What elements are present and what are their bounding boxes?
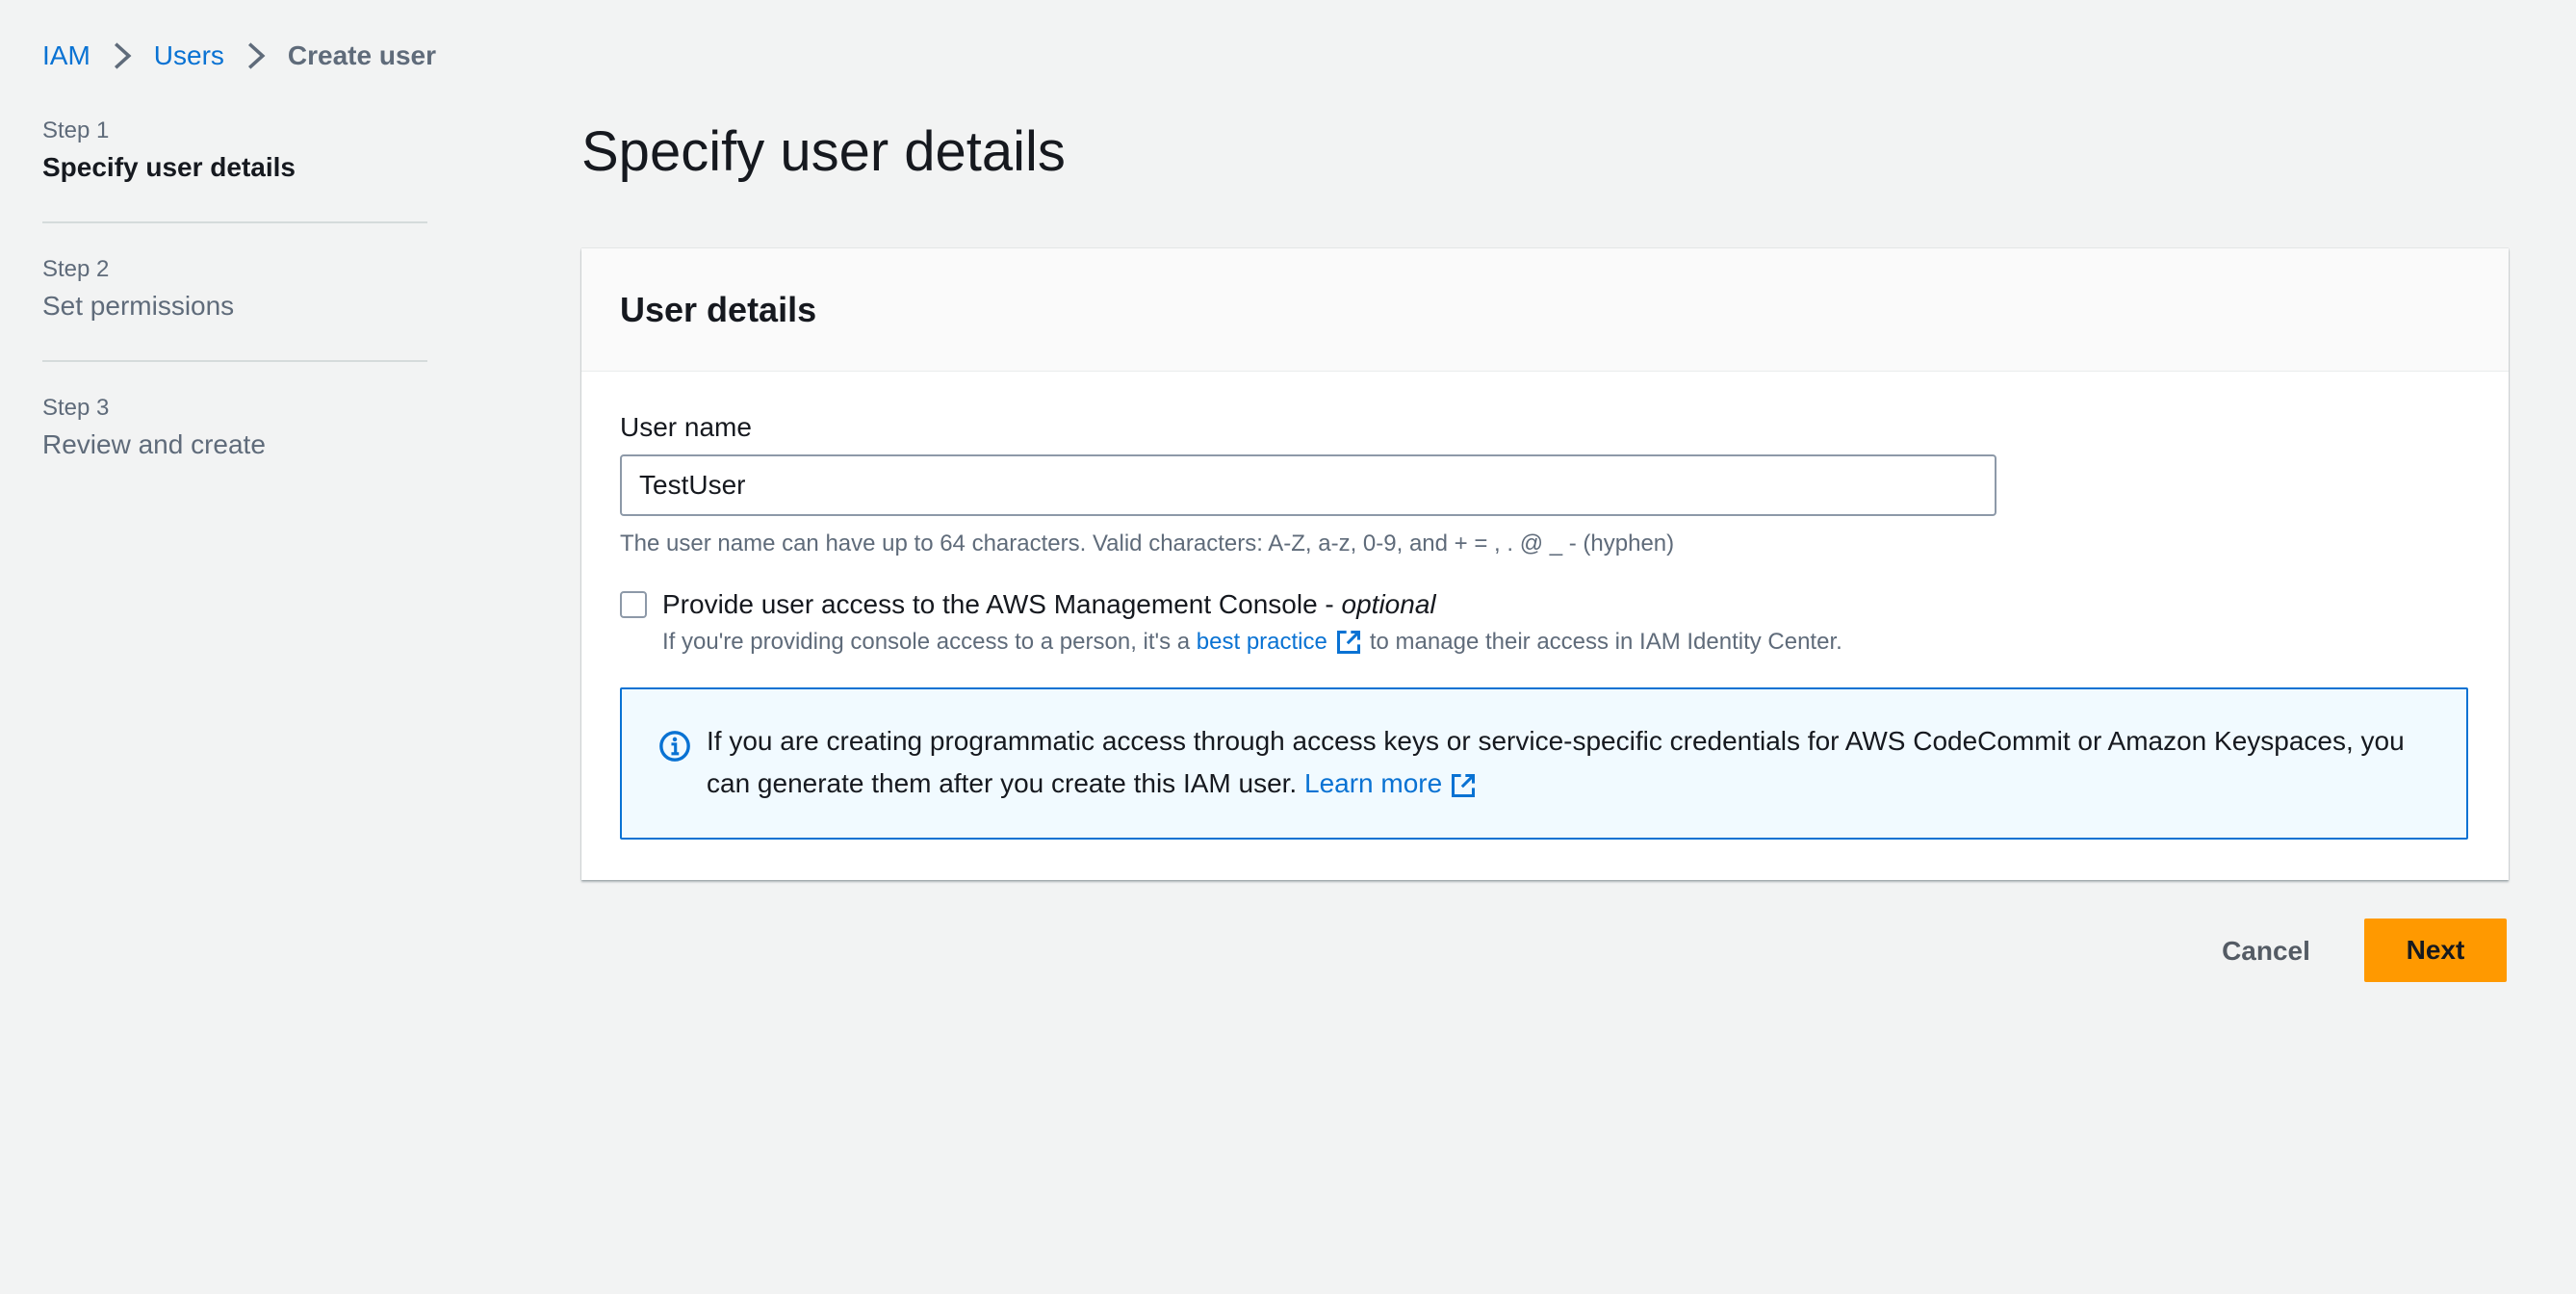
desc-prefix: If you're providing console access to a … — [662, 629, 1191, 655]
chevron-right-icon — [245, 37, 267, 75]
best-practice-link[interactable]: best practice — [1197, 626, 1327, 659]
user-name-input[interactable] — [620, 454, 1996, 516]
console-access-checkbox[interactable] — [620, 591, 647, 618]
step-number: Step 3 — [42, 395, 110, 421]
breadcrumb-current: Create user — [287, 40, 436, 70]
step-number: Step 2 — [42, 256, 110, 282]
console-access-description: If you're providing console access to a … — [662, 626, 1842, 659]
console-access-label[interactable]: Provide user access to the AWS Managemen… — [662, 585, 1436, 624]
user-name-label: User name — [620, 412, 752, 442]
console-access-label-text: Provide user access to the AWS Managemen… — [662, 589, 1342, 619]
step-number: Step 1 — [42, 117, 110, 143]
container-title: User details — [620, 289, 817, 329]
step-3: Step 3 Review and create — [42, 360, 427, 499]
learn-more-link[interactable]: Learn more — [1304, 768, 1484, 798]
info-alert: If you are creating programmatic access … — [620, 687, 2468, 840]
step-title: Specify user details — [42, 152, 296, 182]
learn-more-text: Learn more — [1304, 768, 1443, 798]
external-link-icon[interactable] — [1335, 629, 1362, 656]
optional-text: optional — [1341, 589, 1436, 619]
step-title[interactable]: Set permissions — [42, 285, 427, 327]
info-icon — [659, 731, 690, 762]
create-user-page: IAM Users Create user Step 1 Specify use… — [0, 0, 2576, 1294]
info-alert-message: If you are creating programmatic access … — [707, 726, 2405, 798]
container-header: User details — [581, 248, 2509, 372]
step-2: Step 2 Set permissions — [42, 221, 427, 360]
step-1: Step 1 Specify user details — [42, 114, 427, 221]
chevron-right-icon — [112, 37, 133, 75]
info-alert-text: If you are creating programmatic access … — [707, 720, 2428, 805]
page-title: Specify user details — [581, 120, 1066, 183]
desc-suffix: to manage their access in IAM Identity C… — [1369, 629, 1842, 655]
external-link-icon[interactable] — [1450, 772, 1477, 799]
breadcrumb-users-link[interactable]: Users — [154, 37, 224, 75]
user-details-container: User details User name The user name can… — [581, 248, 2509, 880]
next-button[interactable]: Next — [2364, 919, 2507, 982]
breadcrumb-iam-link[interactable]: IAM — [42, 37, 90, 75]
user-name-constraint: The user name can have up to 64 characte… — [620, 531, 1675, 556]
breadcrumb: IAM Users Create user — [42, 37, 436, 75]
cancel-button[interactable]: Cancel — [2204, 920, 2328, 982]
wizard-steps: Step 1 Specify user details Step 2 Set p… — [42, 114, 427, 499]
step-title[interactable]: Review and create — [42, 424, 427, 466]
